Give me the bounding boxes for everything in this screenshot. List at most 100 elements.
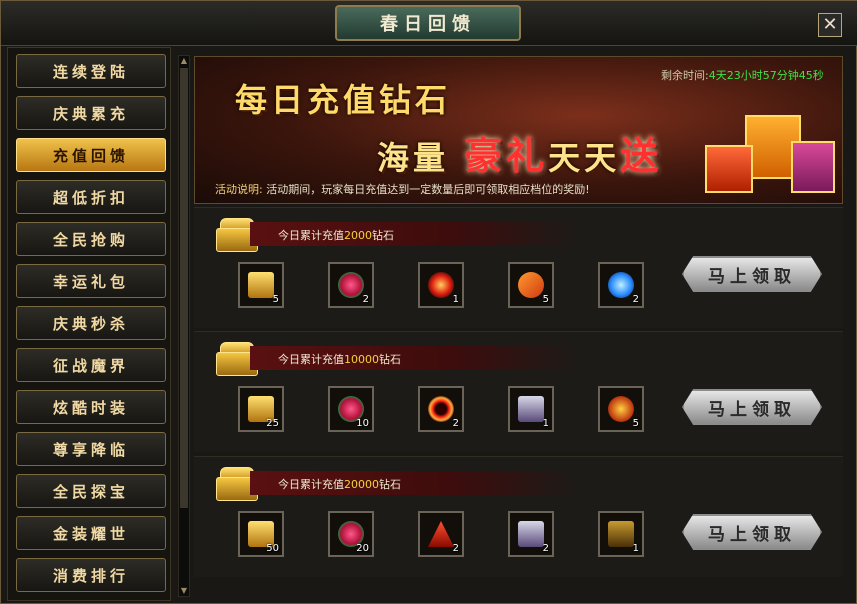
- sidebar-item-label: 消费排行: [52, 566, 129, 585]
- sidebar-item-1[interactable]: 庆典累充: [16, 96, 166, 130]
- tier-header: 今日累计充值20000钻石: [250, 471, 580, 495]
- scroll-up-arrow-icon[interactable]: ▲: [179, 56, 189, 66]
- sidebar-item-label: 超低折扣: [52, 188, 129, 207]
- sidebar-scrollbar[interactable]: ▲ ▼: [178, 55, 190, 597]
- reward-count: 2: [452, 418, 459, 429]
- reward-slot[interactable]: 5: [508, 262, 554, 308]
- reward-slot[interactable]: 1: [598, 511, 644, 557]
- sidebar-item-label: 全民探宝: [52, 482, 129, 501]
- tier-header: 今日累计充值10000钻石: [250, 346, 580, 370]
- tier-prefix: 今日累计充值: [278, 229, 344, 242]
- tier-requirement: 今日累计充值2000钻石: [278, 227, 394, 243]
- sidebar-item-11[interactable]: 金装耀世: [16, 516, 166, 550]
- reward-slot[interactable]: 5: [238, 262, 284, 308]
- timer-label: 剩余时间:: [661, 69, 709, 82]
- reward-count: 2: [632, 294, 639, 305]
- timer-value: 4天23小时57分钟45秒: [708, 69, 824, 82]
- reward-count: 5: [632, 418, 639, 429]
- close-icon: ✕: [822, 14, 838, 35]
- tier-requirement: 今日累计充值20000钻石: [278, 476, 401, 492]
- tier-requirement: 今日累计充值10000钻石: [278, 351, 401, 367]
- tier-header: 今日累计充值2000钻石: [250, 222, 580, 246]
- sidebar-item-label: 充值回馈: [52, 146, 129, 165]
- reward-slot[interactable]: 2: [328, 262, 374, 308]
- claim-button-label: 马上领取: [708, 399, 796, 420]
- reward-slot[interactable]: 2: [418, 511, 464, 557]
- sidebar-item-6[interactable]: 庆典秒杀: [16, 306, 166, 340]
- sidebar-item-label: 尊享降临: [52, 440, 129, 459]
- sidebar-item-12[interactable]: 消费排行: [16, 558, 166, 592]
- reward-slot[interactable]: 5: [598, 386, 644, 432]
- sidebar-item-9[interactable]: 尊享降临: [16, 432, 166, 466]
- claim-button-label: 马上领取: [708, 266, 796, 287]
- reward-slot[interactable]: 25: [238, 386, 284, 432]
- blue-crystal-icon: [608, 272, 634, 298]
- banner-sub-prefix: 海量: [377, 139, 450, 177]
- reward-slot[interactable]: 1: [508, 386, 554, 432]
- sidebar-item-label: 炫酷时装: [52, 398, 129, 417]
- dark-gold-chest-icon: [608, 521, 634, 547]
- reward-slot[interactable]: 2: [508, 511, 554, 557]
- recharge-reward-window: 春日回馈 ✕ 连续登陆庆典累充充值回馈超低折扣全民抢购幸运礼包庆典秒杀征战魔界炫…: [0, 0, 857, 604]
- activity-sidebar: 连续登陆庆典累充充值回馈超低折扣全民抢购幸运礼包庆典秒杀征战魔界炫酷时装尊享降临…: [7, 47, 171, 601]
- close-button[interactable]: ✕: [818, 13, 842, 37]
- reward-slot[interactable]: 10: [328, 386, 374, 432]
- reward-count: 10: [356, 418, 369, 429]
- sidebar-item-label: 幸运礼包: [52, 272, 129, 291]
- reward-tier-2: 今日累计充值20000钻石 50 20 2 2 1 马上领取: [194, 456, 843, 577]
- sidebar-item-7[interactable]: 征战魔界: [16, 348, 166, 382]
- reward-count: 1: [452, 294, 459, 305]
- reward-count: 50: [266, 543, 279, 554]
- reward-count: 5: [542, 294, 549, 305]
- reward-count: 2: [542, 543, 549, 554]
- banner-sub-mid: 天天: [548, 139, 621, 177]
- reward-slot[interactable]: 2: [598, 262, 644, 308]
- reward-count: 5: [272, 294, 279, 305]
- tier-prefix: 今日累计充值: [278, 353, 344, 366]
- sidebar-item-label: 金装耀世: [52, 524, 129, 543]
- scroll-thumb[interactable]: [180, 68, 188, 508]
- red-orb-icon: [428, 272, 454, 298]
- desc-label: 活动说明:: [215, 183, 263, 196]
- tier-amount: 10000: [344, 353, 379, 366]
- reward-count: 2: [362, 294, 369, 305]
- sidebar-item-10[interactable]: 全民探宝: [16, 474, 166, 508]
- silver-chest-icon: [518, 521, 544, 547]
- gold-chest-icon: [248, 272, 274, 298]
- reward-slot[interactable]: 50: [238, 511, 284, 557]
- red-ring-icon: [428, 396, 454, 422]
- sidebar-item-label: 连续登陆: [52, 62, 129, 81]
- reward-slot[interactable]: 20: [328, 511, 374, 557]
- fire-wings-icon: [518, 272, 544, 298]
- reward-slot[interactable]: 2: [418, 386, 464, 432]
- ruby-amulet-icon: [338, 272, 364, 298]
- sidebar-item-8[interactable]: 炫酷时装: [16, 390, 166, 424]
- sidebar-item-4[interactable]: 全民抢购: [16, 222, 166, 256]
- sidebar-item-3[interactable]: 超低折扣: [16, 180, 166, 214]
- tier-amount: 20000: [344, 478, 379, 491]
- scroll-down-arrow-icon[interactable]: ▼: [179, 586, 189, 596]
- sidebar-item-0[interactable]: 连续登陆: [16, 54, 166, 88]
- sidebar-item-label: 全民抢购: [52, 230, 129, 249]
- claim-button[interactable]: 马上领取: [682, 389, 822, 425]
- event-description: 活动说明: 活动期间，玩家每日充值达到一定数量后即可领取相应档位的奖励!: [215, 181, 590, 197]
- sidebar-item-label: 庆典累充: [52, 104, 129, 123]
- tier-suffix: 钻石: [379, 353, 401, 366]
- event-banner: 剩余时间:4天23小时57分钟45秒 每日充值钻石 海量 豪礼天天送 活动说明:…: [194, 56, 843, 204]
- reward-count: 20: [356, 543, 369, 554]
- window-title: 春日回馈: [380, 14, 476, 35]
- sidebar-item-2[interactable]: 充值回馈: [16, 138, 166, 172]
- tier-amount: 2000: [344, 229, 372, 242]
- reward-count: 25: [266, 418, 279, 429]
- claim-button[interactable]: 马上领取: [682, 256, 822, 292]
- reward-slot[interactable]: 1: [418, 262, 464, 308]
- reward-tier-1: 今日累计充值10000钻石 25 10 2 1 5 马上领取: [194, 331, 843, 452]
- desc-text: 活动期间，玩家每日充值达到一定数量后即可领取相应档位的奖励!: [266, 183, 590, 196]
- remaining-time: 剩余时间:4天23小时57分钟45秒: [661, 67, 824, 83]
- sidebar-item-5[interactable]: 幸运礼包: [16, 264, 166, 298]
- red-triangle-icon: [428, 521, 454, 547]
- reward-tier-0: 今日累计充值2000钻石 5 2 1 5 2 马上领取: [194, 207, 843, 328]
- reward-count: 1: [542, 418, 549, 429]
- banner-headline: 每日充值钻石: [235, 81, 452, 119]
- claim-button[interactable]: 马上领取: [682, 514, 822, 550]
